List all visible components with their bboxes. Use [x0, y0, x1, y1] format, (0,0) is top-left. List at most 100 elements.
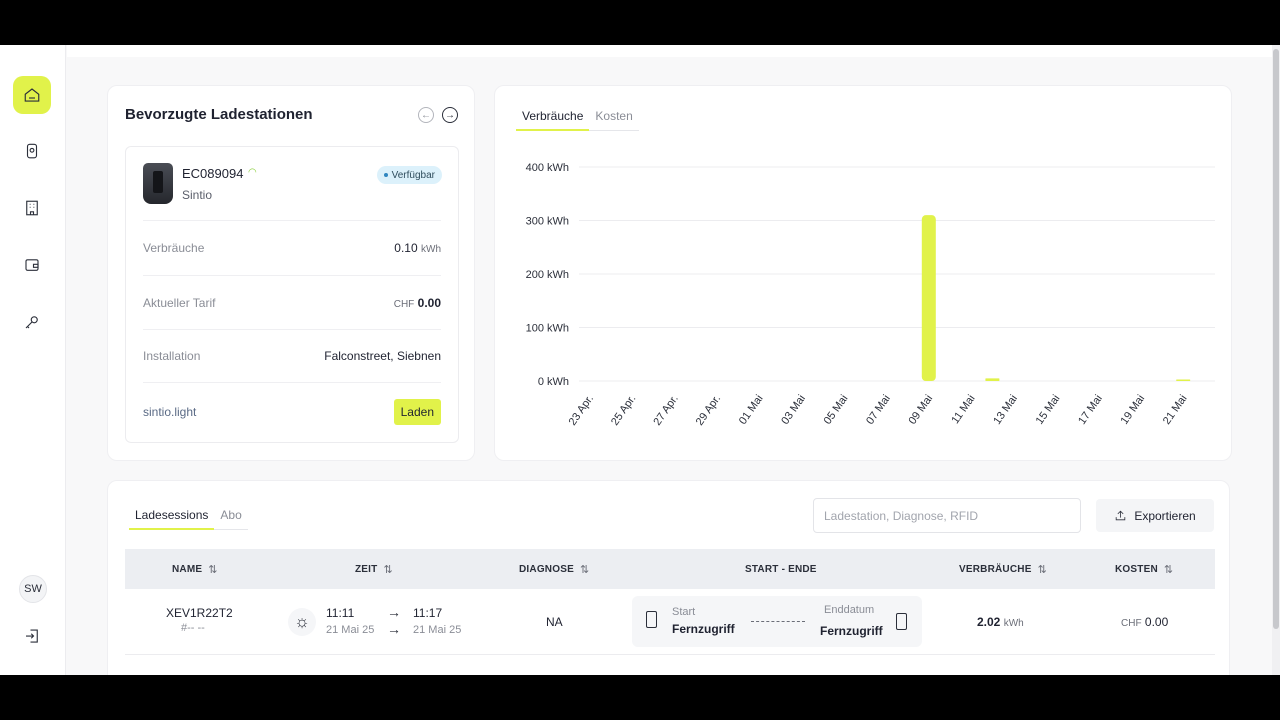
divider [143, 275, 441, 276]
divider [143, 382, 441, 383]
x-tick-label: 19 Mai [1118, 393, 1147, 427]
row-actions: sintio.light Laden [143, 399, 441, 425]
x-tick-label: 25 Apr. [609, 393, 638, 428]
divider [143, 329, 441, 330]
col-kosten[interactable]: KOSTEN ⇅ [1115, 549, 1173, 589]
verbrauch-label: Verbräuche [143, 241, 205, 255]
start-date: 21 Mai 25 [326, 624, 375, 636]
logout-button[interactable] [13, 617, 51, 655]
key-icon [25, 316, 38, 329]
end-value: Fernzugriff [820, 624, 883, 638]
col-diagnose-label: DIAGNOSE [519, 563, 574, 575]
x-tick-label: 03 Mai [779, 393, 808, 427]
prev-station-button[interactable]: ← [418, 107, 434, 123]
sort-icon: ⇅ [1037, 563, 1047, 576]
station-card[interactable]: EC089094 ◠ Sintio Verfügbar Verbräuche 0… [125, 146, 459, 443]
table-row[interactable]: XEV1R22T2 #-- -- ☼ 11:11 → 11:17 21 Mai … [125, 589, 1215, 655]
arrow-right-icon: → [387, 621, 401, 637]
row-installation: Installation Falconstreet, Siebnen [143, 349, 441, 363]
table-header: NAME ⇅ ZEIT ⇅ DIAGNOSE ⇅ START - ENDE VERBR… [125, 549, 1215, 589]
upload-icon [1116, 510, 1126, 521]
avatar[interactable]: SW [19, 575, 47, 603]
phone-icon [896, 613, 907, 630]
sidebar-item-home[interactable] [13, 76, 51, 114]
col-verbrauche-label: VERBRÄUCHE [959, 563, 1032, 575]
sidebar: SW [0, 45, 66, 675]
verbrauch-unit: kWh [421, 244, 441, 255]
dashed-connector [751, 621, 805, 622]
row-verbrauch-unit: kWh [1003, 618, 1024, 629]
tarif-label: Aktueller Tarif [143, 296, 216, 310]
station-link[interactable]: sintio.light [143, 405, 196, 419]
verbrauch-value: 0.10 [394, 241, 418, 255]
session-sub: #-- -- [181, 622, 205, 634]
x-tick-label: 17 Mai [1076, 393, 1105, 427]
col-diagnose[interactable]: DIAGNOSE ⇅ [519, 549, 589, 589]
sun-icon: ☼ [288, 608, 316, 636]
installation-label: Installation [143, 349, 201, 363]
col-zeit-label: ZEIT [355, 563, 378, 575]
status-badge-label: Verfügbar [391, 169, 435, 181]
diagnose-value: NA [546, 615, 563, 629]
sort-icon: ⇅ [208, 563, 218, 576]
end-date: 21 Mai 25 [413, 624, 462, 636]
tab-abo[interactable]: Abo [214, 508, 248, 530]
tarif-currency: CHF [393, 299, 415, 310]
x-tick-label: 09 Mai [906, 393, 935, 427]
phone-icon [646, 611, 657, 628]
next-station-button[interactable]: → [442, 107, 458, 123]
sidebar-item-key[interactable] [13, 303, 51, 341]
bar-chart: 0 kWh 100 kWh 200 kWh 300 kWh 400 kWh 23 Apr… [526, 162, 1215, 428]
x-tick-label: 21 Mai [1161, 393, 1190, 427]
sidebar-item-charger[interactable] [13, 132, 51, 170]
consumption-chart-card: Verbräuche Kosten 0 kWh 100 kWh 200 kWh 300… [494, 85, 1232, 461]
sort-icon: ⇅ [383, 563, 393, 576]
kosten-cell: CHF 0.00 [1121, 615, 1168, 629]
session-name: XEV1R22T2 [166, 606, 233, 620]
search-input[interactable] [813, 498, 1081, 533]
y-tick-label: 0 kWh [538, 376, 569, 388]
row-kosten-currency: CHF [1121, 618, 1142, 629]
x-axis: 23 Apr. 25 Apr. 27 Apr. 29 Apr. 01 Mai 03 Mai… [567, 393, 1190, 428]
export-button[interactable]: Exportieren [1096, 499, 1214, 532]
tarif-value-wrap: CHF 0.00 [394, 296, 441, 310]
y-tick-label: 400 kWh [526, 162, 569, 174]
station-brand: Sintio [182, 188, 213, 202]
scroll-thumb[interactable] [1273, 49, 1279, 629]
col-zeit[interactable]: ZEIT ⇅ [355, 549, 393, 589]
arrow-right-icon: → [445, 109, 455, 121]
sidebar-item-building[interactable] [13, 189, 51, 227]
end-label: Enddatum [824, 604, 875, 616]
start-end-box: Start Fernzugriff Enddatum Fernzugriff [632, 596, 922, 647]
x-tick-label: 23 Apr. [567, 393, 596, 428]
arrow-right-icon: → [387, 604, 401, 620]
bar[interactable] [1176, 379, 1191, 382]
bar[interactable] [921, 215, 936, 381]
y-tick-label: 200 kWh [526, 269, 569, 281]
bar[interactable] [985, 378, 1000, 381]
start-label: Start [672, 606, 696, 618]
col-kosten-label: KOSTEN [1115, 563, 1158, 575]
laden-button[interactable]: Laden [393, 399, 441, 425]
x-tick-label: 01 Mai [737, 393, 766, 427]
x-tick-label: 11 Mai [949, 393, 977, 426]
station-id: EC089094 [182, 166, 244, 181]
wallet-icon [25, 259, 39, 271]
row-kosten-value: 0.00 [1144, 615, 1169, 629]
row-tarif: Aktueller Tarif CHF 0.00 [143, 296, 441, 310]
row-verbrauch-value: 2.02 [977, 615, 1001, 629]
scrollbar[interactable] [1272, 45, 1280, 675]
x-tick-label: 15 Mai [1034, 393, 1063, 427]
favorite-stations-card: Bevorzugte Ladestationen ← → EC089094 ◠ … [107, 85, 475, 461]
start-time: 11:11 [326, 606, 355, 620]
stations-title: Bevorzugte Ladestationen [125, 106, 313, 123]
tab-ladesessions[interactable]: Ladesessions [129, 508, 215, 530]
col-name[interactable]: NAME ⇅ [172, 549, 218, 589]
status-badge: Verfügbar [376, 166, 442, 184]
sidebar-item-wallet[interactable] [13, 246, 51, 284]
home-icon [24, 88, 40, 102]
col-name-label: NAME [172, 563, 203, 575]
col-verbrauche[interactable]: VERBRÄUCHE ⇅ [959, 549, 1047, 589]
sort-icon: ⇅ [1163, 563, 1174, 576]
building-icon [26, 200, 38, 216]
